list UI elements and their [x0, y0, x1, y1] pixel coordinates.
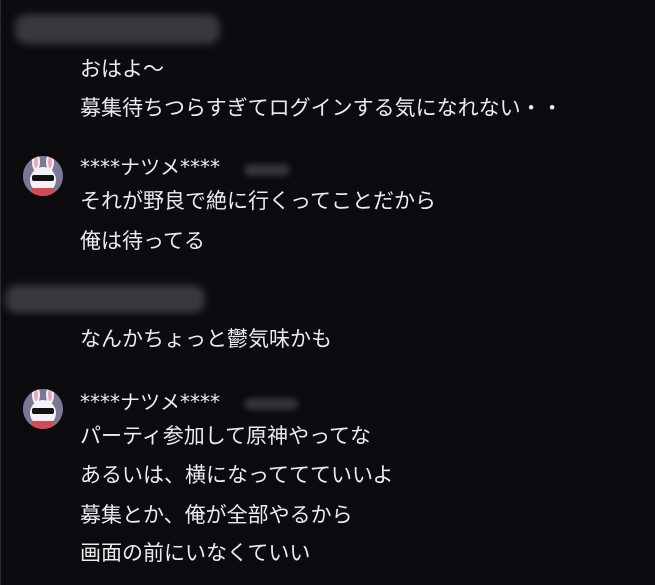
bunny-sunglasses-avatar-icon	[23, 389, 63, 429]
message-text: 俺は待ってる	[80, 229, 205, 253]
message-text: なんかちょっと鬱気味かも	[80, 327, 332, 351]
user-avatar[interactable]	[23, 156, 63, 196]
redacted-author-name	[15, 14, 220, 44]
message-text: パーティ参加して原神やってな	[80, 424, 372, 448]
redacted-timestamp	[244, 398, 298, 410]
bunny-sunglasses-avatar-icon	[23, 156, 63, 196]
message-text: 募集とか、俺が全部やるから	[80, 503, 353, 527]
message-text: それが野良で絶に行くってことだから	[80, 189, 436, 213]
message-text: 画面の前にいなくていい	[80, 541, 311, 565]
redacted-author-name	[5, 285, 205, 313]
redacted-timestamp	[244, 164, 290, 176]
chat-message-list[interactable]: おはよ〜 募集待ちつらすぎてログインする気になれない・・ ****ナツメ****…	[0, 0, 655, 585]
message-text: あるいは、横になっててていいよ	[80, 463, 394, 487]
author-name[interactable]: ****ナツメ****	[80, 155, 220, 179]
message-text: 募集待ちつらすぎてログインする気になれない・・	[80, 96, 563, 120]
author-name[interactable]: ****ナツメ****	[80, 390, 220, 414]
user-avatar[interactable]	[23, 389, 63, 429]
message-text: おはよ〜	[80, 57, 164, 81]
